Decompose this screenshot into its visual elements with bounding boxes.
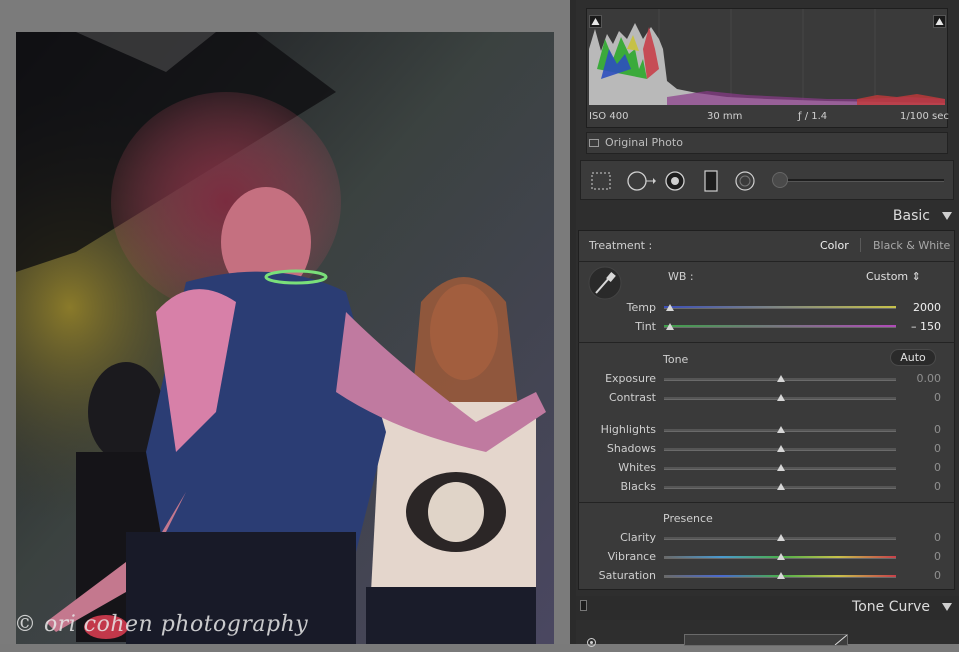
radial-filter-tool[interactable]: [734, 170, 756, 192]
temp-slider-knob[interactable]: [666, 304, 674, 311]
shadows-slider-knob[interactable]: [777, 445, 785, 452]
histogram[interactable]: [586, 8, 948, 128]
focal-length-readout: 30 mm: [707, 111, 743, 122]
temp-label: Temp: [626, 301, 656, 314]
histogram-graph: [589, 9, 945, 105]
updown-icon: ⇕: [911, 270, 921, 283]
clarity-label: Clarity: [620, 531, 656, 544]
original-photo-checkbox[interactable]: [589, 139, 599, 147]
eyedropper-icon: [588, 266, 622, 300]
whites-slider-knob[interactable]: [777, 464, 785, 471]
temp-value[interactable]: 2000: [901, 301, 941, 314]
radial-filter-icon: [735, 171, 755, 191]
aperture-readout: ƒ / 1.4: [798, 111, 828, 122]
clarity-slider-knob[interactable]: [777, 534, 785, 541]
treatment-divider: [860, 238, 861, 252]
spot-removal-icon: [627, 171, 656, 191]
adjustment-brush-tool[interactable]: [772, 172, 788, 188]
highlights-value[interactable]: 0: [901, 423, 941, 436]
shadows-label: Shadows: [606, 442, 656, 455]
basic-header[interactable]: Basic: [820, 208, 930, 230]
exposure-label: Exposure: [605, 372, 656, 385]
red-eye-tool[interactable]: [664, 170, 686, 192]
red-eye-icon: [665, 171, 685, 191]
exposure-value[interactable]: 0.00: [901, 372, 942, 385]
wb-label: WB :: [668, 270, 694, 283]
triangle-up-icon: [591, 18, 600, 25]
whites-label: Whites: [618, 461, 656, 474]
clarity-value[interactable]: 0: [901, 531, 941, 544]
vibrance-value[interactable]: 0: [901, 550, 941, 563]
brush-size-track[interactable]: [776, 179, 944, 182]
highlight-clipping-toggle[interactable]: [933, 15, 946, 28]
whites-value[interactable]: 0: [901, 461, 941, 474]
auto-tone-button[interactable]: Auto: [890, 349, 936, 366]
tint-slider[interactable]: [664, 325, 896, 328]
shutter-readout: 1/100 sec: [900, 111, 949, 122]
target-icon: [587, 638, 596, 647]
separator: [578, 261, 955, 262]
treatment-color-option[interactable]: Color: [820, 239, 849, 252]
highlights-slider-knob[interactable]: [777, 426, 785, 433]
graduated-filter-icon: [704, 170, 718, 192]
temp-slider[interactable]: [664, 306, 896, 309]
wb-preset-value: Custom: [866, 270, 909, 283]
wb-preset-dropdown[interactable]: Custom ⇕: [866, 270, 921, 283]
tone-curve-graph[interactable]: [684, 634, 848, 646]
watermark: © ori cohen photography: [14, 612, 309, 637]
collapse-tone-curve-icon[interactable]: [942, 603, 952, 611]
tone-curve-toggle[interactable]: [580, 600, 587, 611]
blacks-slider-knob[interactable]: [777, 483, 785, 490]
vibrance-slider-knob[interactable]: [777, 553, 785, 560]
presence-label: Presence: [663, 512, 713, 525]
graduated-filter-tool[interactable]: [700, 170, 722, 192]
separator: [578, 502, 955, 503]
tone-curve-header[interactable]: Tone Curve: [800, 599, 930, 621]
saturation-value[interactable]: 0: [901, 569, 941, 582]
spot-removal-tool[interactable]: [626, 170, 656, 192]
targeted-adjustment-tool[interactable]: [586, 633, 597, 647]
crop-icon: [591, 172, 611, 190]
blacks-value[interactable]: 0: [901, 480, 941, 493]
saturation-slider-knob[interactable]: [777, 572, 785, 579]
crop-overlay-tool[interactable]: [590, 170, 612, 192]
exposure-slider-knob[interactable]: [777, 375, 785, 382]
shadows-value[interactable]: 0: [901, 442, 941, 455]
photo-image: [16, 32, 554, 644]
saturation-label: Saturation: [598, 569, 656, 582]
tone-label: Tone: [663, 353, 689, 366]
blacks-label: Blacks: [620, 480, 657, 493]
photo[interactable]: [16, 32, 554, 644]
contrast-label: Contrast: [608, 391, 656, 404]
separator: [578, 342, 955, 343]
tint-label: Tint: [635, 320, 656, 333]
contrast-slider-knob[interactable]: [777, 394, 785, 401]
original-photo-label: Original Photo: [605, 136, 683, 149]
tint-slider-knob[interactable]: [666, 323, 674, 330]
white-balance-selector[interactable]: [588, 266, 622, 300]
highlights-label: Highlights: [600, 423, 656, 436]
tint-value[interactable]: – 150: [901, 320, 941, 333]
vibrance-label: Vibrance: [607, 550, 656, 563]
treatment-bw-option[interactable]: Black & White: [873, 239, 950, 252]
contrast-value[interactable]: 0: [901, 391, 941, 404]
triangle-up-icon: [935, 18, 944, 25]
treatment-label: Treatment :: [589, 239, 653, 252]
shadow-clipping-toggle[interactable]: [589, 15, 602, 28]
collapse-basic-icon[interactable]: [942, 212, 952, 220]
iso-readout: ISO 400: [589, 111, 629, 122]
